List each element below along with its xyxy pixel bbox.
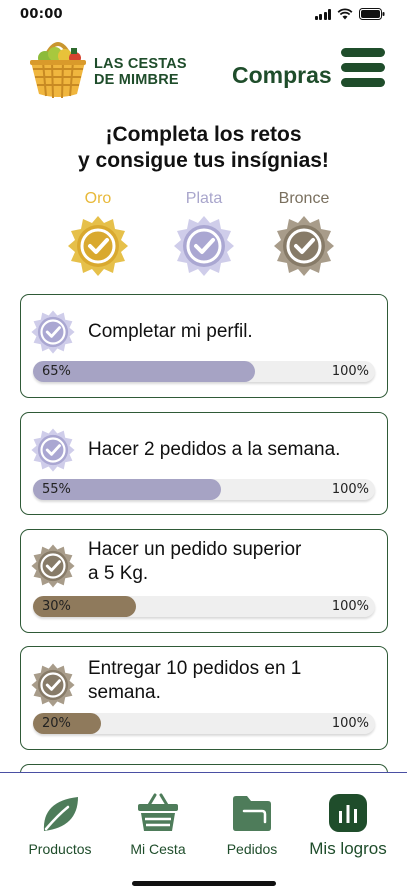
page-title: Compras [232,62,332,88]
chart-icon [329,794,367,832]
medal-silver[interactable]: Plata [164,190,244,278]
challenge-title: Entregar 10 pedidos en 1 semana. [88,657,301,705]
basket-icon [138,793,178,831]
progress-label: 30% [42,599,71,614]
status-bar: 00:00 [0,0,407,32]
progress-max-label: 100% [331,599,369,614]
progress-max-label: 100% [331,364,369,379]
gold-medal-icon [68,216,128,276]
medal-gold-label: Oro [84,190,112,207]
app-header: LAS CESTAS DE MIMBRE Compras [0,34,407,106]
challenge-title-line: semana. [88,682,161,703]
progress-track: 65% 100% [33,361,375,382]
signal-icon [314,8,331,20]
wifi-icon [337,8,353,20]
progress-label: 55% [42,482,71,497]
challenge-title-line: Entregar 10 pedidos en 1 [88,658,302,679]
bronze-medal-icon [274,216,334,276]
brand-line-2: DE MIMBRE [94,72,179,88]
challenge-title: Hacer 2 pedidos a la semana. [88,438,340,462]
bronze-medal-icon [31,663,75,707]
challenge-title-line: Completar mi perfil. [88,321,253,342]
progress-label: 20% [42,716,71,731]
challenge-title: Completar mi perfil. [88,320,253,344]
home-indicator [132,881,276,886]
challenge-title-line: Hacer un pedido superior [88,539,302,560]
silver-medal-icon [174,216,234,276]
status-icons [314,8,386,20]
progress-label: 65% [42,364,71,379]
nav-item-mi-cesta[interactable]: Mi Cesta [118,791,198,857]
nav-item-pedidos[interactable]: Pedidos [212,791,292,857]
medal-bronze-label: Bronce [278,190,330,207]
heading-line-1: ¡Completa los retos [105,123,302,146]
progress-max-label: 100% [331,716,369,731]
challenge-card[interactable]: Completar mi perfil. 65% 100% [20,294,388,398]
menu-bar-icon [341,78,385,87]
folder-icon [233,796,271,831]
progress-track: 55% 100% [33,479,375,500]
nav-item-mis-logros[interactable]: Mis logros [300,791,396,859]
progress-track: 30% 100% [33,596,375,617]
nav-item-productos[interactable]: Productos [20,791,100,857]
silver-medal-icon [31,428,75,472]
nav-label: Mi Cesta [130,841,186,857]
heading-line-2: y consigue tus insígnias! [78,149,329,172]
challenge-card[interactable]: Hacer un pedido superior a 5 Kg. 30% 100… [20,529,388,633]
nav-label-active: Mis logros [309,839,387,858]
battery-icon [359,8,385,20]
silver-medal-icon [31,310,75,354]
challenge-title: Hacer un pedido superior a 5 Kg. [88,538,301,586]
medal-gold[interactable]: Oro [58,190,138,278]
nav-label: Productos [28,841,92,857]
brand-line-1: LAS CESTAS [94,56,187,72]
menu-bar-icon [341,63,385,72]
challenge-title-line: Hacer 2 pedidos a la semana. [88,439,341,460]
challenge-title-line: a 5 Kg. [88,563,149,584]
medal-bronze[interactable]: Bronce [264,190,344,278]
leaf-icon [43,797,78,831]
bronze-medal-icon [31,544,75,588]
medals-row: Oro Plata Bronce [0,190,407,282]
menu-bar-icon [341,48,385,57]
challenge-card[interactable]: Hacer 2 pedidos a la semana. 55% 100% [20,412,388,515]
challenge-card[interactable]: Entregar 10 pedidos en 1 semana. 20% 100… [20,646,388,750]
bottom-nav: Productos Mi Cesta Pedidos Mis logros [0,772,407,889]
nav-label: Pedidos [226,841,278,857]
challenges-heading: ¡Completa los retos y consigue tus insíg… [0,122,407,174]
medal-silver-label: Plata [185,190,223,207]
status-time: 00:00 [20,7,63,22]
progress-max-label: 100% [331,482,369,497]
hamburger-menu-button[interactable] [341,48,385,88]
progress-track: 20% 100% [33,713,375,734]
brand-name: LAS CESTAS DE MIMBRE [94,56,187,88]
basket-logo-icon[interactable] [27,36,89,100]
